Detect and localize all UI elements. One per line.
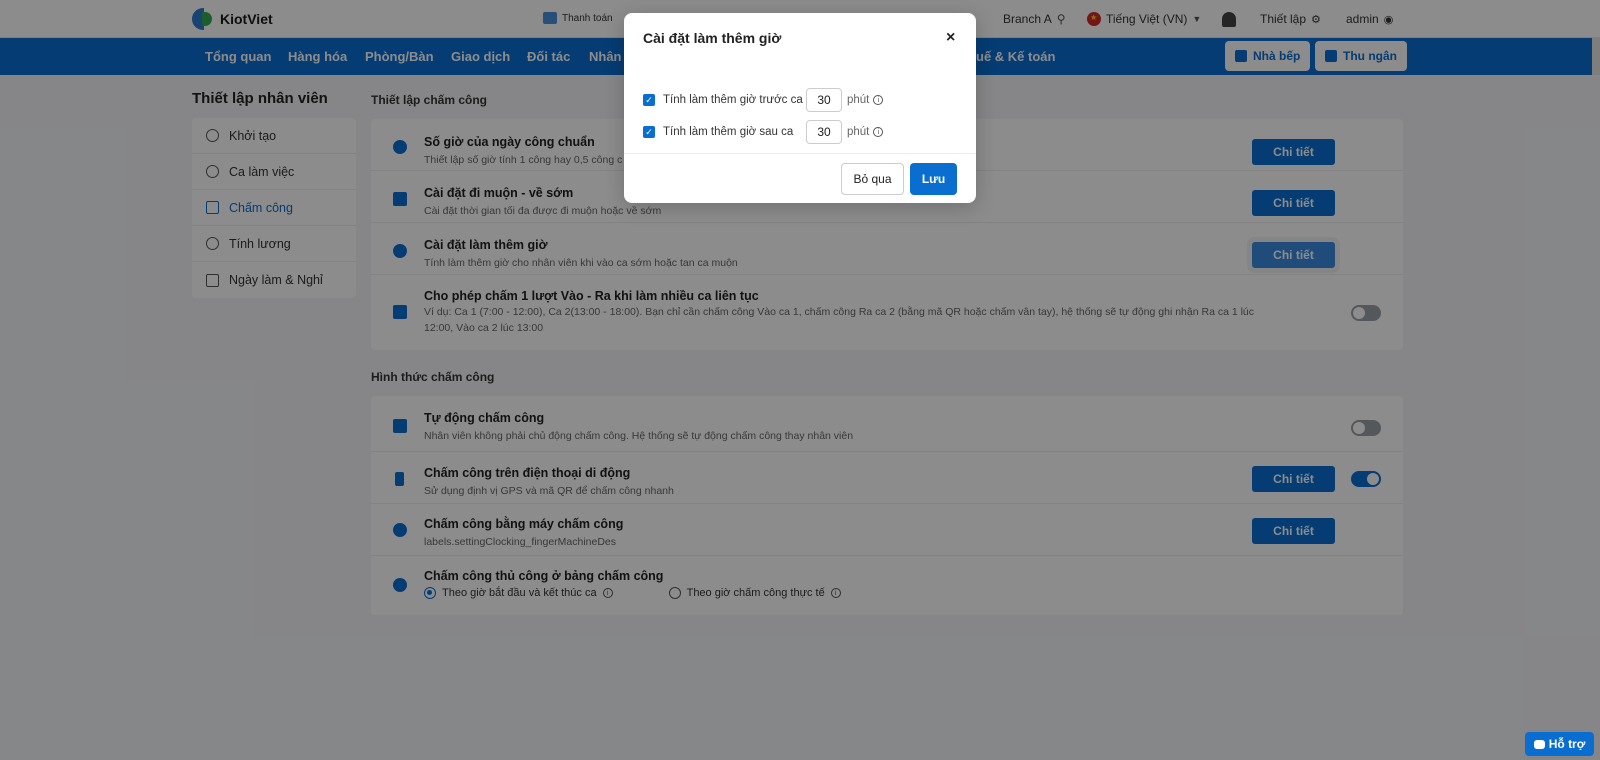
close-icon[interactable]: × (946, 29, 955, 47)
unit-label: phút (847, 126, 870, 138)
modal-divider (624, 153, 976, 154)
info-icon[interactable]: i (873, 127, 884, 137)
support-label: Hỗ trợ (1548, 737, 1586, 751)
save-button[interactable]: Lưu (910, 163, 957, 195)
overtime-after-input[interactable]: 30 (806, 120, 842, 144)
skip-button[interactable]: Bỏ qua (841, 163, 904, 195)
unit-label: phút (847, 94, 870, 106)
modal-title: Cài đặt làm thêm giờ (643, 30, 782, 46)
overtime-after-row: ✓ Tính làm thêm giờ sau ca 30 phút i (643, 120, 884, 144)
overtime-before-row: ✓ Tính làm thêm giờ trước ca 30 phút i (643, 88, 884, 112)
overtime-before-input[interactable]: 30 (806, 88, 842, 112)
overtime-before-checkbox[interactable]: ✓ (643, 94, 655, 106)
support-button[interactable]: Hỗ trợ (1525, 732, 1594, 756)
chat-icon (1533, 739, 1545, 749)
overtime-before-label: Tính làm thêm giờ trước ca (663, 94, 803, 106)
overtime-after-label: Tính làm thêm giờ sau ca (663, 126, 794, 138)
overtime-settings-modal: Cài đặt làm thêm giờ × ✓ Tính làm thêm g… (624, 13, 976, 203)
overtime-after-checkbox[interactable]: ✓ (643, 126, 655, 138)
info-icon[interactable]: i (873, 95, 884, 105)
